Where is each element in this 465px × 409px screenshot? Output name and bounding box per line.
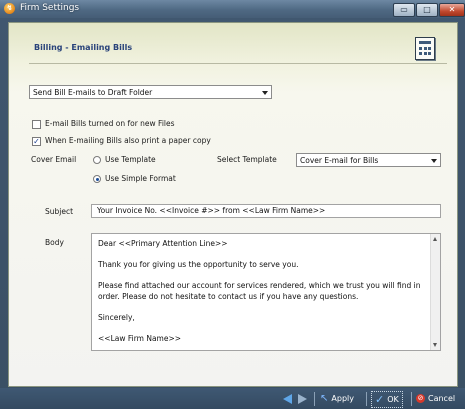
body-line: Dear <<Primary Attention Line>> <box>98 239 228 248</box>
app-logo-icon: ↯ <box>4 3 15 14</box>
body-textarea[interactable]: Dear <<Primary Attention Line>> Thank yo… <box>91 233 441 351</box>
footer-toolbar: ↖ Apply ✓ OK ⊘ Cancel <box>0 388 465 409</box>
previous-arrow-icon[interactable] <box>283 394 292 404</box>
subject-input[interactable]: Your Invoice No. <<Invoice #>> from <<La… <box>91 204 441 218</box>
email-mode-value: Send Bill E-mails to Draft Folder <box>33 88 153 97</box>
firm-settings-window: ↯ Firm Settings ▭ □ ✕ Billing - Emailing… <box>0 0 465 409</box>
section-title: Billing - Emailing Bills <box>34 43 133 52</box>
close-button[interactable]: ✕ <box>439 3 465 17</box>
next-arrow-icon[interactable] <box>298 394 307 404</box>
chevron-down-icon <box>262 91 268 95</box>
checkmark-icon: ✓ <box>375 393 385 406</box>
toolbar-divider <box>411 392 412 406</box>
minimize-button[interactable]: ▭ <box>393 3 415 17</box>
scroll-down-icon[interactable] <box>433 343 437 347</box>
body-line: <<Law Firm Name>> <box>98 334 182 343</box>
use-template-radio[interactable] <box>93 156 101 164</box>
window-title: Firm Settings <box>20 3 80 13</box>
body-line: Please find attached our account for ser… <box>98 281 421 290</box>
print-paper-copy-label: When E-mailing Bills also print a paper … <box>45 136 211 145</box>
template-value: Cover E-mail for Bills <box>300 156 379 165</box>
use-simple-format-label: Use Simple Format <box>105 174 176 183</box>
maximize-button[interactable]: □ <box>416 3 438 17</box>
apply-label: Apply <box>331 394 354 403</box>
subject-label: Subject <box>45 207 74 216</box>
pointer-icon: ↖ <box>320 393 329 404</box>
email-bills-new-files-label: E-mail Bills turned on for new Files <box>45 119 175 128</box>
cancel-icon: ⊘ <box>416 394 425 403</box>
select-template-label: Select Template <box>217 155 277 164</box>
toolbar-divider <box>314 392 315 406</box>
body-scrollbar[interactable] <box>430 234 440 350</box>
email-mode-dropdown[interactable]: Send Bill E-mails to Draft Folder <box>29 85 272 99</box>
ok-button[interactable]: ✓ OK <box>371 391 403 408</box>
body-label: Body <box>45 238 64 247</box>
apply-button[interactable]: ↖ Apply <box>320 391 354 406</box>
body-line: order. Please do not hesitate to contact… <box>98 292 359 301</box>
ok-label: OK <box>387 395 399 404</box>
subject-value: Your Invoice No. <<Invoice #>> from <<La… <box>97 206 326 215</box>
chevron-down-icon <box>431 159 437 163</box>
calculator-icon <box>415 37 435 60</box>
email-bills-new-files-checkbox[interactable] <box>32 120 41 129</box>
print-paper-copy-checkbox[interactable]: ✓ <box>32 137 41 146</box>
header-divider <box>29 63 447 64</box>
body-line: Sincerely, <box>98 313 135 322</box>
cover-email-label: Cover Email <box>31 155 77 164</box>
scroll-up-icon[interactable] <box>433 237 437 241</box>
body-line: Thank you for giving us the opportunity … <box>98 260 299 269</box>
settings-panel: Billing - Emailing Bills Send Bill E-mai… <box>8 22 458 387</box>
cancel-label: Cancel <box>428 394 456 403</box>
toolbar-divider <box>366 392 367 406</box>
use-simple-format-radio[interactable] <box>93 175 101 183</box>
use-template-label: Use Template <box>105 155 156 164</box>
template-dropdown[interactable]: Cover E-mail for Bills <box>296 153 441 167</box>
cancel-button[interactable]: ⊘ Cancel <box>416 391 455 406</box>
title-bar[interactable]: ↯ Firm Settings ▭ □ ✕ <box>0 0 465 18</box>
